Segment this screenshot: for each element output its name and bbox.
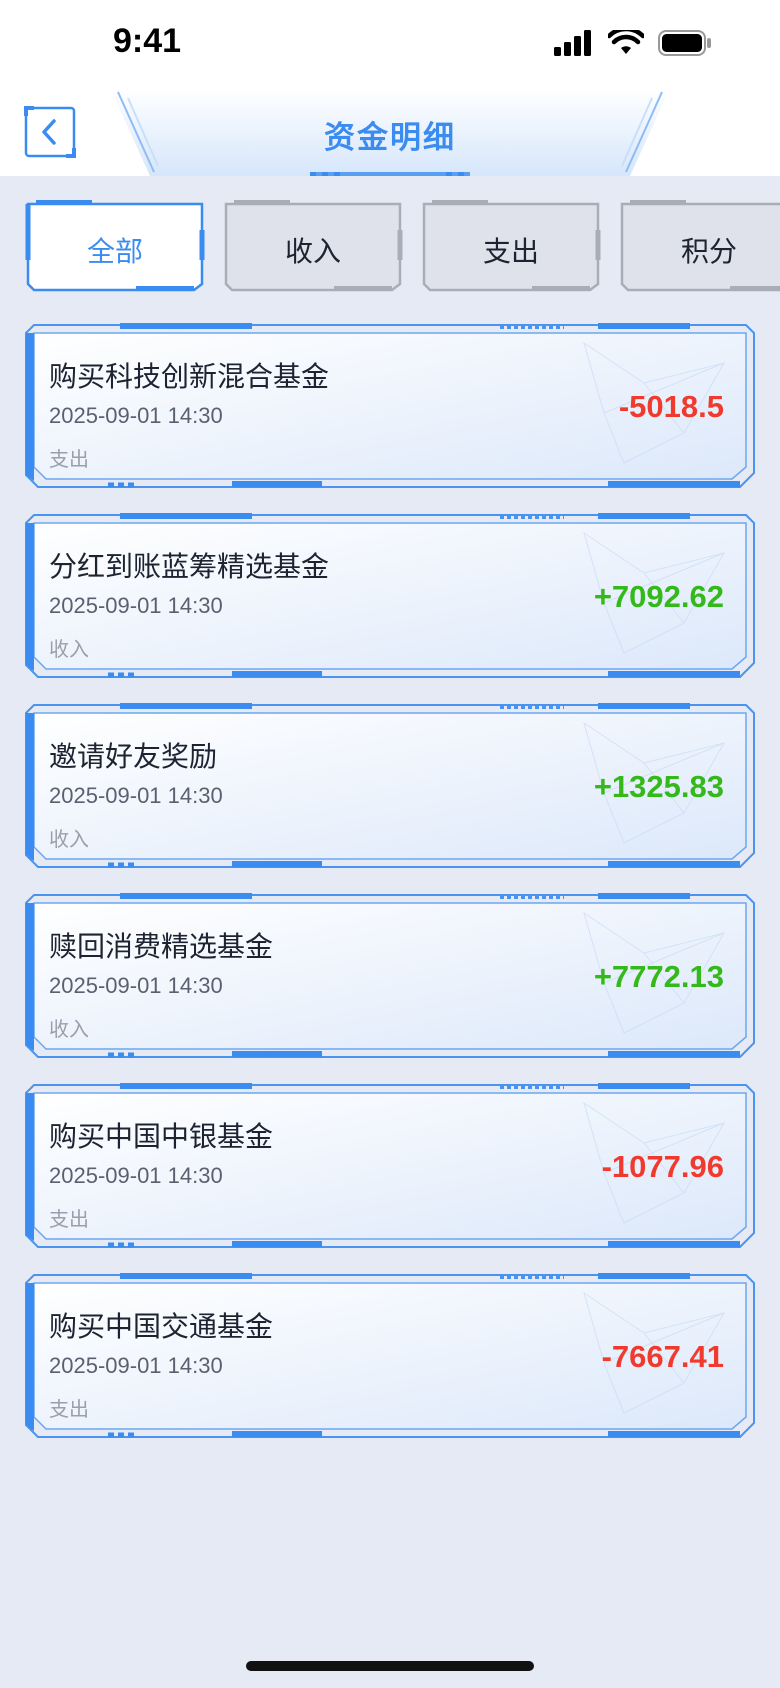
tab-label: 全部 bbox=[86, 235, 143, 268]
transaction-time: 2025-09-01 14:30 bbox=[49, 1163, 223, 1188]
tab-label: 积分 bbox=[680, 235, 737, 268]
cellular-signal-icon bbox=[554, 30, 591, 56]
transaction-type: 支出 bbox=[49, 1397, 89, 1421]
tab-points[interactable]: 积分 bbox=[618, 200, 780, 292]
transaction-amount: +7092.62 bbox=[593, 579, 724, 614]
transaction-amount: +7772.13 bbox=[593, 959, 724, 994]
battery-icon bbox=[658, 30, 711, 56]
transaction-type: 支出 bbox=[49, 1207, 89, 1231]
transaction-title: 邀请好友奖励 bbox=[49, 740, 218, 773]
tab-income[interactable]: 收入 bbox=[222, 200, 404, 292]
transaction-card[interactable]: 邀请好友奖励 2025-09-01 14:30 收入 +1325.83 bbox=[24, 703, 756, 869]
status-icons bbox=[554, 30, 712, 56]
status-time: 9:41 bbox=[113, 22, 182, 60]
tab-expense[interactable]: 支出 bbox=[420, 200, 602, 292]
filter-tabs: 全部 收入 支出 积分 bbox=[24, 200, 780, 292]
tab-label: 收入 bbox=[284, 235, 341, 268]
transaction-time: 2025-09-01 14:30 bbox=[49, 973, 223, 998]
transaction-card[interactable]: 分红到账蓝筹精选基金 2025-09-01 14:30 收入 +7092.62 bbox=[24, 513, 756, 679]
transaction-amount: -1077.96 bbox=[601, 1149, 724, 1184]
tab-label: 支出 bbox=[482, 235, 539, 268]
transaction-card[interactable]: 购买中国交通基金 2025-09-01 14:30 支出 -7667.41 bbox=[24, 1273, 756, 1439]
transaction-title: 购买中国交通基金 bbox=[49, 1310, 274, 1343]
status-bar: 9:41 bbox=[0, 0, 780, 88]
transaction-type: 收入 bbox=[49, 637, 89, 661]
transaction-amount: +1325.83 bbox=[593, 769, 724, 804]
transaction-time: 2025-09-01 14:30 bbox=[49, 403, 223, 428]
transaction-type: 收入 bbox=[49, 1017, 89, 1041]
tab-all[interactable]: 全部 bbox=[24, 200, 206, 292]
wifi-icon bbox=[608, 30, 644, 54]
transaction-title: 购买科技创新混合基金 bbox=[49, 360, 330, 393]
transaction-time: 2025-09-01 14:30 bbox=[49, 593, 223, 618]
transaction-type: 收入 bbox=[49, 827, 89, 851]
home-indicator bbox=[246, 1661, 534, 1671]
transaction-card[interactable]: 购买科技创新混合基金 2025-09-01 14:30 支出 -5018.5 bbox=[24, 323, 756, 489]
transaction-card[interactable]: 赎回消费精选基金 2025-09-01 14:30 收入 +7772.13 bbox=[24, 893, 756, 1059]
transaction-type: 支出 bbox=[49, 447, 89, 471]
transaction-amount: -7667.41 bbox=[601, 1339, 724, 1374]
transaction-title: 赎回消费精选基金 bbox=[49, 930, 274, 963]
transaction-title: 购买中国中银基金 bbox=[49, 1120, 274, 1153]
nav-header: 资金明细 bbox=[0, 88, 780, 176]
page-title: 资金明细 bbox=[324, 120, 456, 156]
transaction-title: 分红到账蓝筹精选基金 bbox=[49, 550, 330, 583]
transaction-time: 2025-09-01 14:30 bbox=[49, 783, 223, 808]
transaction-card[interactable]: 购买中国中银基金 2025-09-01 14:30 支出 -1077.96 bbox=[24, 1083, 756, 1249]
transaction-amount: -5018.5 bbox=[618, 389, 724, 424]
transaction-time: 2025-09-01 14:30 bbox=[49, 1353, 223, 1378]
